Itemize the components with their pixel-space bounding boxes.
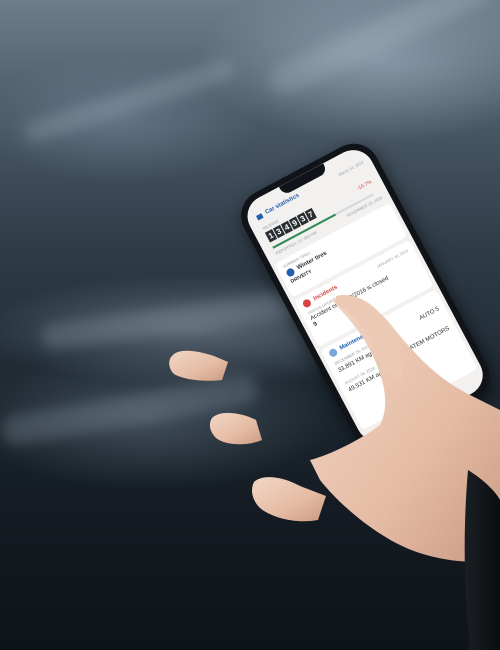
stats-icon (255, 212, 264, 221)
reflection-streak (0, 372, 261, 448)
reflection-streak (264, 0, 496, 100)
reflection-streak (21, 56, 239, 146)
